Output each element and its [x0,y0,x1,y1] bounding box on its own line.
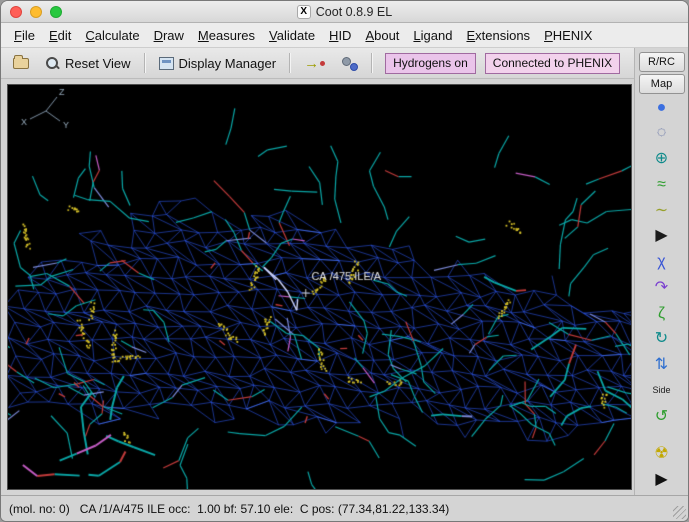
menu-extensions[interactable]: Extensions [459,25,537,46]
title-area: X Coot 0.8.9 EL [1,4,688,19]
menubar: File Edit Calculate Draw Measures Valida… [1,23,688,48]
side-chain-flip-icon[interactable]: Side [642,378,682,404]
real-space-refine-icon[interactable]: ≈ [642,172,682,198]
menu-measures[interactable]: Measures [191,25,262,46]
display-manager-label: Display Manager [178,55,277,71]
molecule-viewport[interactable] [8,85,631,489]
titlebar: X Coot 0.8.9 EL [1,1,688,23]
go-to-atom-icon: → [304,56,326,71]
menu-ligand[interactable]: Ligand [406,25,459,46]
atom-info-button[interactable] [335,53,364,74]
rrc-button[interactable]: R/RC [638,52,685,72]
modelling-sidebar: R/RC Map ● ◌ ⊕ ≈ ∼ ▶ χ ↷ ζ ↻ ⇅ Side ↺ ☢ … [634,48,688,495]
viewport-frame [7,84,632,490]
flip-peptide-icon[interactable]: ⇅ [642,352,682,378]
open-folder-icon [13,54,29,69]
add-terminal-residue-icon[interactable]: ↺ [642,404,682,430]
x11-app-icon: X [296,4,311,19]
more-tools-icon[interactable]: ▶ [642,467,682,493]
toolbar-separator [371,53,374,73]
torsion-general-icon[interactable]: ↻ [642,327,682,353]
display-manager-icon [158,56,174,70]
map-button[interactable]: Map [638,73,685,94]
status-text: (mol. no: 0) CA /1/A/475 ILE occ: 1.00 b… [9,501,450,516]
reset-view-label: Reset View [65,55,131,71]
menu-validate[interactable]: Validate [262,25,322,46]
menu-edit[interactable]: Edit [42,25,78,46]
hydrogens-toggle-badge[interactable]: Hydrogens on [385,52,476,74]
menu-hid[interactable]: HID [322,25,358,46]
rigid-body-fit-icon[interactable]: ⊕ [642,146,682,172]
main-toolbar: Reset View Display Manager → Hydrogens o… [1,48,634,79]
rotamers-icon[interactable]: ↷ [642,275,682,301]
fix-atoms-icon[interactable]: ◌ [642,120,682,146]
window-title: Coot 0.8.9 EL [315,4,393,19]
menu-calculate[interactable]: Calculate [78,25,146,46]
edit-chi-angles-icon[interactable]: ζ [642,301,682,327]
reset-view-button[interactable]: Reset View [39,53,137,74]
open-coordinates-button[interactable] [7,54,35,72]
regularize-zone-icon[interactable]: ∼ [642,198,682,224]
coot-window: X Coot 0.8.9 EL File Edit Calculate Draw… [0,0,689,522]
statusbar: (mol. no: 0) CA /1/A/475 ILE occ: 1.00 b… [1,495,688,521]
menu-about[interactable]: About [358,25,406,46]
go-to-atom-button[interactable]: → [298,53,331,74]
radiation-icon[interactable]: ☢ [642,442,682,468]
resize-grip[interactable] [673,506,686,519]
display-manager-button[interactable]: Display Manager [153,53,283,74]
menu-phenix[interactable]: PHENIX [537,25,599,46]
phenix-connection-badge[interactable]: Connected to PHENIX [484,52,621,74]
menu-draw[interactable]: Draw [147,25,191,46]
rot-trans-zone-icon[interactable]: ▶ [642,223,682,249]
menu-file[interactable]: File [7,25,42,46]
refine-sphere-icon[interactable]: ● [642,95,682,121]
toolbar-separator [143,53,146,73]
toolbar-separator [289,53,292,73]
atoms-icon [341,56,359,71]
auto-fit-rotamer-icon[interactable]: χ [642,249,682,275]
magnifier-icon [45,56,60,71]
